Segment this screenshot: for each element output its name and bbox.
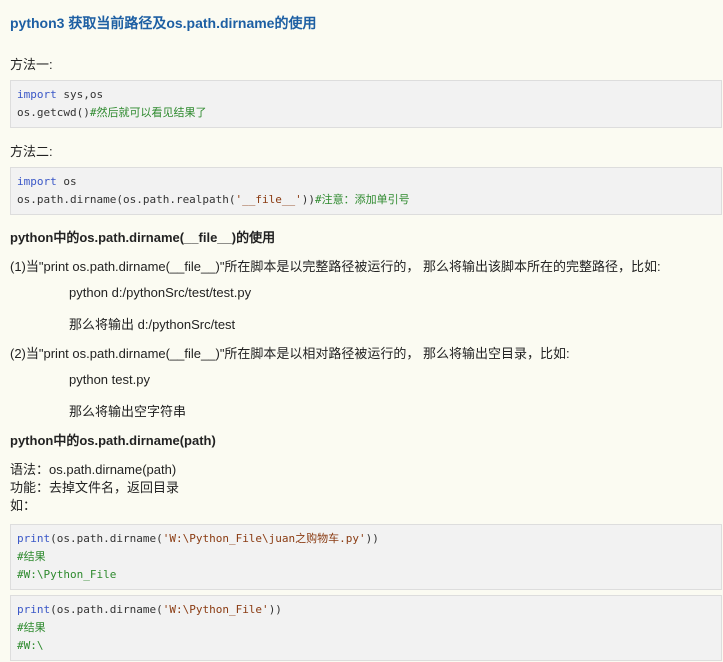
- code-keyword: import: [17, 88, 57, 101]
- example-command-2: python test.py: [69, 372, 150, 387]
- code-string: '__file__': [235, 193, 302, 206]
- code-block-1: import sys,os os.getcwd()#然后就可以看见结果了: [10, 80, 722, 128]
- example-command-1: python d:/pythonSrc/test/test.py: [69, 285, 252, 300]
- code-comment: #W:\Python_File: [17, 568, 117, 581]
- syntax-line: 语法：os.path.dirname(path): [10, 462, 177, 477]
- code-block-3: print(os.path.dirname('W:\Python_File\ju…: [10, 524, 722, 590]
- code-comment: #结果: [17, 621, 46, 634]
- code-builtin: print: [17, 603, 51, 616]
- code-text: (os.path.dirname(: [50, 532, 163, 545]
- code-comment: #然后就可以看见结果了: [89, 106, 207, 119]
- section-heading-dirname-file: python中的os.path.dirname(__file__)的使用: [10, 230, 276, 245]
- code-comment: #注意：添加单引号: [315, 193, 410, 206]
- code-string: 'W:\Python_File': [162, 603, 269, 616]
- page-title: python3 获取当前路径及os.path.dirname的使用: [10, 15, 317, 31]
- method-two-label: 方法二:: [10, 144, 53, 159]
- function-line: 功能：去掉文件名，返回目录: [10, 480, 180, 495]
- list-item-2: (2)当"print os.path.dirname(__file__)"所在脚…: [10, 346, 570, 361]
- code-block-2: import os os.path.dirname(os.path.realpa…: [10, 167, 722, 215]
- code-text: )): [301, 193, 316, 206]
- code-text: os.path.dirname(os.path.realpath(: [17, 193, 236, 206]
- code-text: sys,os: [56, 88, 104, 101]
- code-keyword: import: [17, 175, 57, 188]
- code-text: (os.path.dirname(: [50, 603, 163, 616]
- example-output-2: 那么将输出空字符串: [69, 404, 187, 419]
- code-comment: #W:\: [17, 639, 44, 652]
- code-block-4: print(os.path.dirname('W:\Python_File'))…: [10, 595, 722, 661]
- code-text: )): [365, 532, 379, 545]
- code-text: )): [268, 603, 282, 616]
- code-text: os.getcwd(): [17, 106, 90, 119]
- list-item-1: (1)当"print os.path.dirname(__file__)"所在脚…: [10, 259, 661, 274]
- code-builtin: print: [17, 532, 51, 545]
- method-one-label: 方法一:: [10, 57, 53, 72]
- code-string: 'W:\Python_File\juan之购物车.py': [162, 532, 366, 545]
- code-text: os: [56, 175, 77, 188]
- code-comment: #结果: [17, 550, 46, 563]
- example-line: 如：: [10, 498, 37, 513]
- section-heading-dirname-path: python中的os.path.dirname(path): [10, 433, 216, 448]
- example-output-1: 那么将输出 d:/pythonSrc/test: [69, 317, 236, 332]
